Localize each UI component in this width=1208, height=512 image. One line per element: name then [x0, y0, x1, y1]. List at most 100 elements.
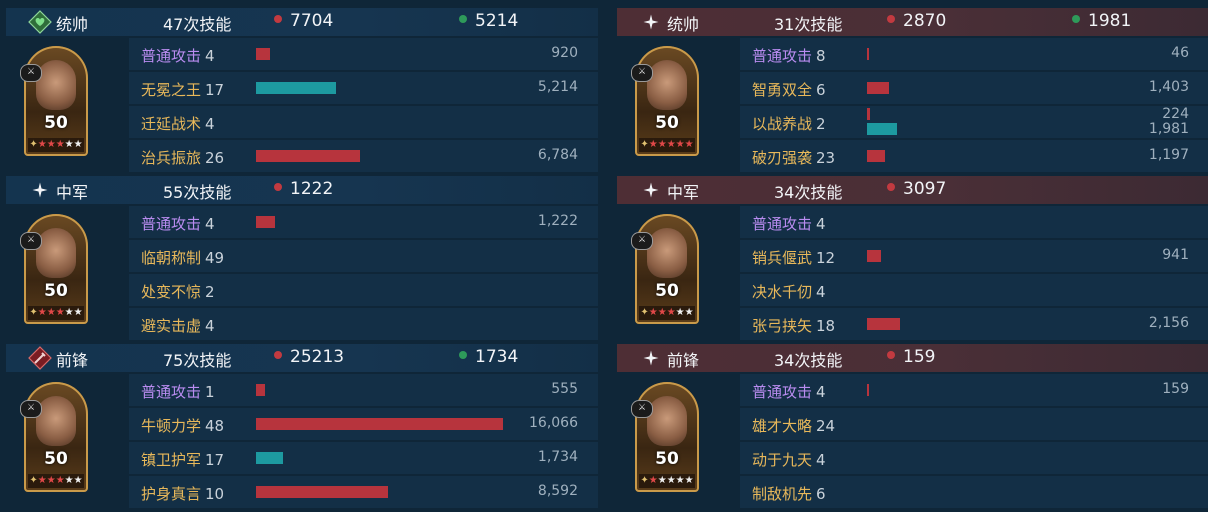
commander-heart-icon — [28, 10, 52, 34]
skill-name: 决水千仞 4 — [752, 281, 826, 302]
hero-avatar[interactable]: 50 ✦★★★★★ ⚔ — [20, 46, 88, 156]
skill-row[interactable]: 无冕之王 17 5,214 — [129, 72, 598, 104]
star-icon: ★ — [657, 307, 667, 318]
skill-cast-count: 55次技能 — [163, 183, 232, 202]
hero-portrait: 50 ✦★★★★★ — [635, 46, 699, 156]
skill-level: 4 — [816, 383, 826, 401]
hero-avatar[interactable]: 50 ✦★★★★★ ⚔ — [631, 214, 699, 324]
star-rating: ✦★★★★★ — [28, 138, 84, 152]
team-slot-统帅: 统帅 31次技能 2870 1981 50 ✦★★★★★ ⚔ 普通攻击 8 46 智勇双全 6 1,40… — [617, 8, 1208, 176]
skill-row[interactable]: 雄才大略 24 — [740, 408, 1208, 440]
star-icon: ★ — [675, 475, 685, 486]
skill-name-text: 临朝称制 — [141, 249, 202, 267]
skill-name: 以战养战 2 — [752, 113, 826, 134]
star-icon: ★ — [37, 139, 47, 150]
skill-damage-bar — [867, 384, 869, 396]
slot-header: 中军 34次技能 3097 — [617, 176, 1208, 204]
slot-header: 统帅 47次技能 7704 5214 — [6, 8, 598, 36]
skill-row[interactable]: 处变不惊 2 — [129, 274, 598, 306]
damage-dot-icon — [887, 183, 895, 191]
rank-icon: ✦ — [640, 475, 649, 486]
skill-level: 4 — [205, 215, 215, 233]
sparkle-icon — [639, 10, 663, 34]
skill-row[interactable]: 普通攻击 4 159 — [740, 374, 1208, 406]
hero-face — [36, 396, 76, 446]
damage-dot-icon — [887, 15, 895, 23]
skill-name-text: 破刃强袭 — [752, 149, 813, 167]
skill-row[interactable]: 动于九天 4 — [740, 442, 1208, 474]
skill-row[interactable]: 避实击虚 4 — [129, 308, 598, 340]
star-icon: ★ — [73, 139, 83, 150]
skill-row[interactable]: 牛顿力学 48 16,066 — [129, 408, 598, 440]
skill-name-text: 普通攻击 — [141, 215, 202, 233]
rank-icon: ✦ — [640, 139, 649, 150]
star-icon: ★ — [657, 139, 667, 150]
hero-avatar[interactable]: 50 ✦★★★★★ ⚔ — [631, 382, 699, 492]
troop-type-badge-icon: ⚔ — [631, 64, 653, 82]
skill-level: 4 — [205, 47, 215, 65]
skill-name-text: 牛顿力学 — [141, 417, 202, 435]
skill-row[interactable]: 普通攻击 1 555 — [129, 374, 598, 406]
hero-portrait: 50 ✦★★★★★ — [635, 382, 699, 492]
skill-row[interactable]: 普通攻击 4 920 — [129, 38, 598, 70]
skill-name-text: 镇卫护军 — [141, 451, 202, 469]
slot-header: 前锋 34次技能 159 — [617, 344, 1208, 372]
skill-damage-bar — [867, 318, 900, 330]
skill-name: 动于九天 4 — [752, 449, 826, 470]
skill-row[interactable]: 临朝称制 49 — [129, 240, 598, 272]
hero-avatar[interactable]: 50 ✦★★★★★ ⚔ — [20, 382, 88, 492]
skill-row[interactable]: 张弓挟矢 18 2,156 — [740, 308, 1208, 340]
skill-name-text: 制敌机先 — [752, 485, 813, 503]
skill-level: 4 — [205, 317, 215, 335]
hero-level: 50 — [44, 449, 68, 469]
skill-row[interactable]: 智勇双全 6 1,403 — [740, 72, 1208, 104]
skill-value: 16,066 — [529, 415, 578, 431]
skill-row[interactable]: 制敌机先 6 — [740, 476, 1208, 508]
skill-name: 张弓挟矢 18 — [752, 315, 835, 336]
heal-dot-icon — [459, 15, 467, 23]
skill-cast-count: 75次技能 — [163, 351, 232, 370]
heal-dot-icon — [459, 351, 467, 359]
team-slot-中军: 中军 55次技能 1222 50 ✦★★★★★ ⚔ 普通攻击 4 1,222 临朝称制 49 处变不惊… — [6, 176, 598, 344]
skill-name: 雄才大略 24 — [752, 415, 835, 436]
star-icon: ★ — [684, 475, 694, 486]
skill-row[interactable]: 决水千仞 4 — [740, 274, 1208, 306]
skill-name: 智勇双全 6 — [752, 79, 826, 100]
slot-header: 中军 55次技能 1222 — [6, 176, 598, 204]
skill-row[interactable]: 普通攻击 4 1,222 — [129, 206, 598, 238]
skill-level: 10 — [205, 485, 225, 503]
skill-row[interactable]: 迁延战术 4 — [129, 106, 598, 138]
skill-level: 26 — [205, 149, 225, 167]
skill-row[interactable]: 护身真言 10 8,592 — [129, 476, 598, 508]
hero-avatar[interactable]: 50 ✦★★★★★ ⚔ — [20, 214, 88, 324]
skill-level: 23 — [816, 149, 836, 167]
skill-row[interactable]: 镇卫护军 17 1,734 — [129, 442, 598, 474]
skill-name: 销兵偃武 12 — [752, 247, 835, 268]
skill-cast-count: 31次技能 — [774, 15, 843, 34]
skill-row[interactable]: 普通攻击 8 46 — [740, 38, 1208, 70]
skill-level: 4 — [205, 115, 215, 133]
skill-name-text: 普通攻击 — [752, 215, 813, 233]
skill-level: 2 — [205, 283, 215, 301]
hero-avatar[interactable]: 50 ✦★★★★★ ⚔ — [631, 46, 699, 156]
skill-name-text: 决水千仞 — [752, 283, 813, 301]
star-icon: ★ — [55, 475, 65, 486]
skill-row[interactable]: 以战养战 2 224 1,981 — [740, 106, 1208, 138]
troop-type-badge-icon: ⚔ — [20, 400, 42, 418]
damage-value: 1222 — [290, 179, 334, 199]
skill-cast-count: 34次技能 — [774, 351, 843, 370]
skill-name-text: 普通攻击 — [752, 47, 813, 65]
sparkle-icon — [28, 178, 52, 202]
skill-name-text: 智勇双全 — [752, 81, 813, 99]
damage-dot-icon — [887, 351, 895, 359]
skill-damage-bar — [256, 150, 360, 162]
skill-row[interactable]: 销兵偃武 12 941 — [740, 240, 1208, 272]
skill-level: 17 — [205, 451, 225, 469]
hero-face — [647, 396, 687, 446]
team-slot-前锋: 前锋 75次技能 25213 1734 50 ✦★★★★★ ⚔ 普通攻击 1 555 牛顿力学 48 1… — [6, 344, 598, 512]
hero-face — [647, 60, 687, 110]
skill-row[interactable]: 治兵振旅 26 6,784 — [129, 140, 598, 172]
skill-damage-bar — [867, 48, 869, 60]
skill-row[interactable]: 破刃强袭 23 1,197 — [740, 140, 1208, 172]
skill-row[interactable]: 普通攻击 4 — [740, 206, 1208, 238]
